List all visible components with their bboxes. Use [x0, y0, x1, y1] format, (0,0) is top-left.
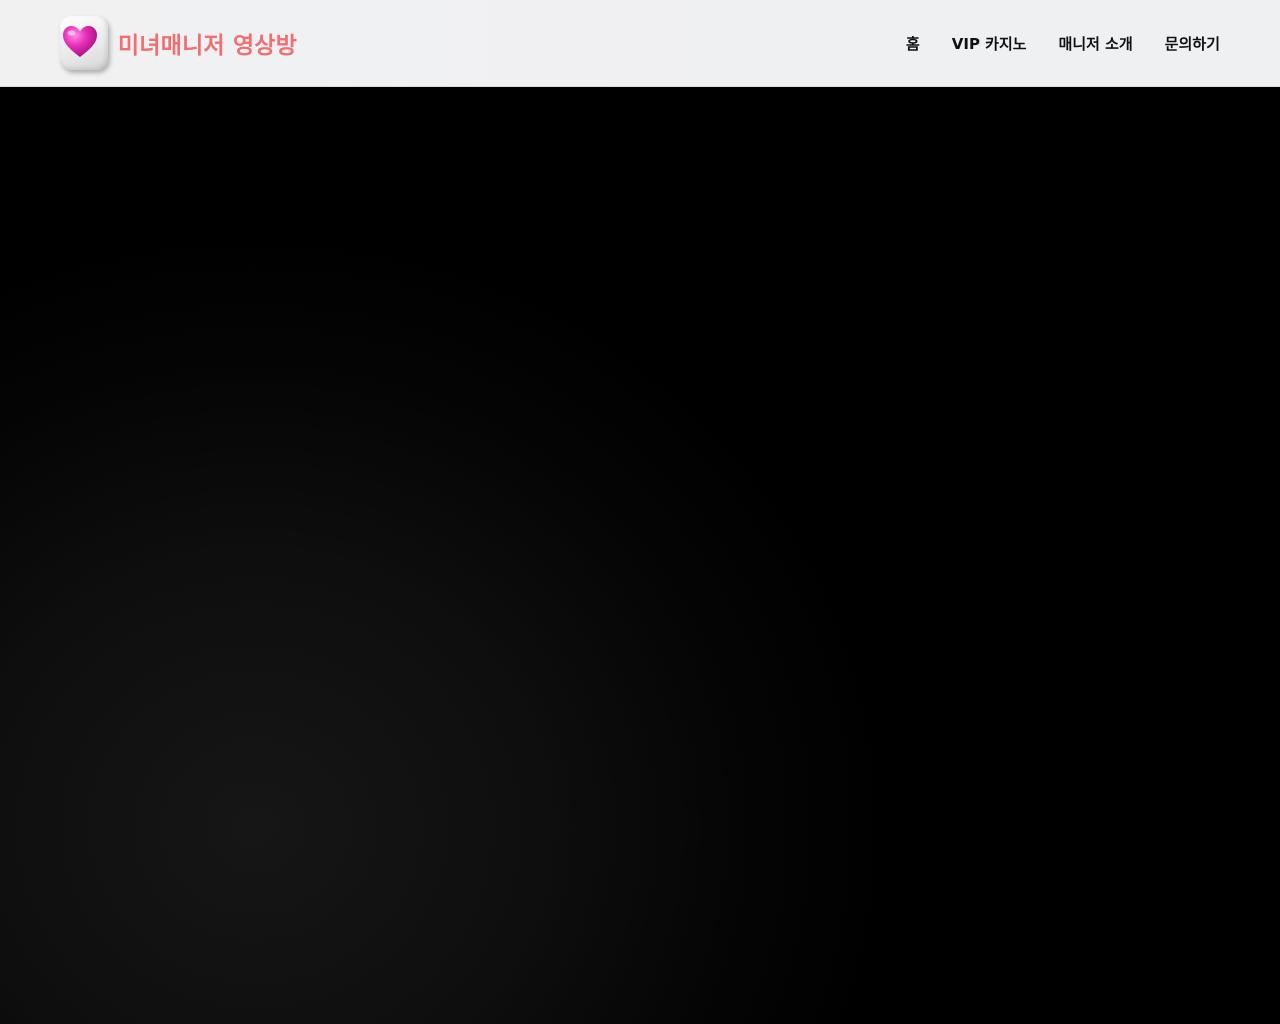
- heart-icon: [63, 26, 97, 57]
- brand-title: 미녀매니저 영상방: [118, 33, 298, 59]
- nav-item-contact[interactable]: 문의하기: [1165, 33, 1220, 54]
- site-header: 미녀매니저 영상방 홈 VIP 카지노 매니저 소개 문의하기: [0, 0, 1280, 87]
- nav-item-manager-intro[interactable]: 매니저 소개: [1059, 33, 1133, 54]
- main-nav: 홈 VIP 카지노 매니저 소개 문의하기: [906, 0, 1220, 87]
- nav-item-home[interactable]: 홈: [906, 33, 920, 54]
- hero-video-area: [0, 87, 1280, 1024]
- nav-item-vip-casino[interactable]: VIP 카지노: [952, 33, 1027, 54]
- brand-home-link[interactable]: 미녀매니저 영상방: [60, 16, 297, 70]
- logo-tile: [60, 16, 108, 70]
